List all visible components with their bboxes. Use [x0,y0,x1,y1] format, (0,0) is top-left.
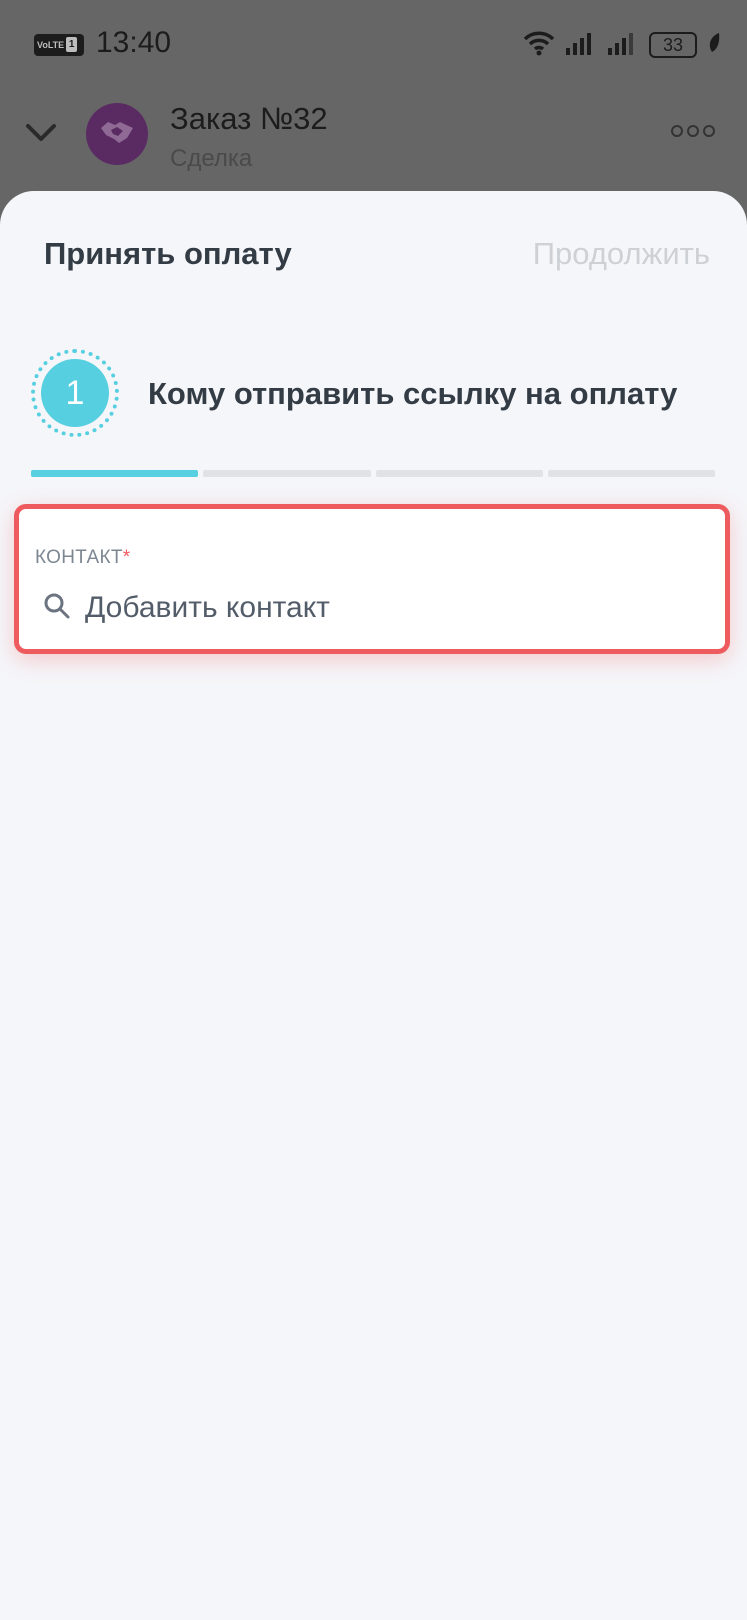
page-title: Заказ №32 [170,101,328,136]
step-progress [31,470,715,477]
status-icons: 33 [523,30,721,60]
wifi-icon [523,30,555,61]
app-header: Заказ №32 Сделка [0,95,747,175]
step-title: Кому отправить ссылку на оплату [148,376,678,411]
progress-segment [375,470,543,477]
search-icon [43,592,71,625]
continue-button[interactable]: Продолжить [533,236,710,272]
progress-segment [31,470,199,477]
contact-field-card[interactable]: КОНТАКТ* Добавить контакт [14,504,730,654]
handshake-icon [99,118,135,151]
sim-indicator: 1 [66,37,78,52]
page-subtitle: Сделка [170,145,253,172]
payment-sheet: Принять оплату Продолжить 1 Кому отправи… [0,191,747,1620]
step-number: 1 [41,359,109,427]
status-time: 13:40 [96,26,172,59]
signal-icon [565,30,597,61]
sheet-title: Принять оплату [44,236,292,271]
avatar [86,103,148,165]
add-contact-search[interactable]: Добавить контакт [43,591,330,625]
contact-label-text: КОНТАКТ [35,547,123,568]
progress-segment [203,470,371,477]
contact-field-label: КОНТАКТ* [35,547,130,569]
volte-indicator: VoLTE 1 [34,34,84,56]
chevron-down-icon[interactable] [24,115,58,154]
progress-segment [547,470,715,477]
signal-icon [607,30,639,61]
required-mark: * [122,547,131,568]
battery-icon: 33 [649,32,697,58]
more-icon[interactable] [671,125,715,137]
volte-label: VoLTE [37,40,65,50]
leaf-icon [707,32,721,59]
add-contact-input[interactable]: Добавить контакт [85,591,330,625]
step-indicator: 1 [31,349,119,437]
status-bar: VoLTE 1 13:40 33 [0,0,747,90]
